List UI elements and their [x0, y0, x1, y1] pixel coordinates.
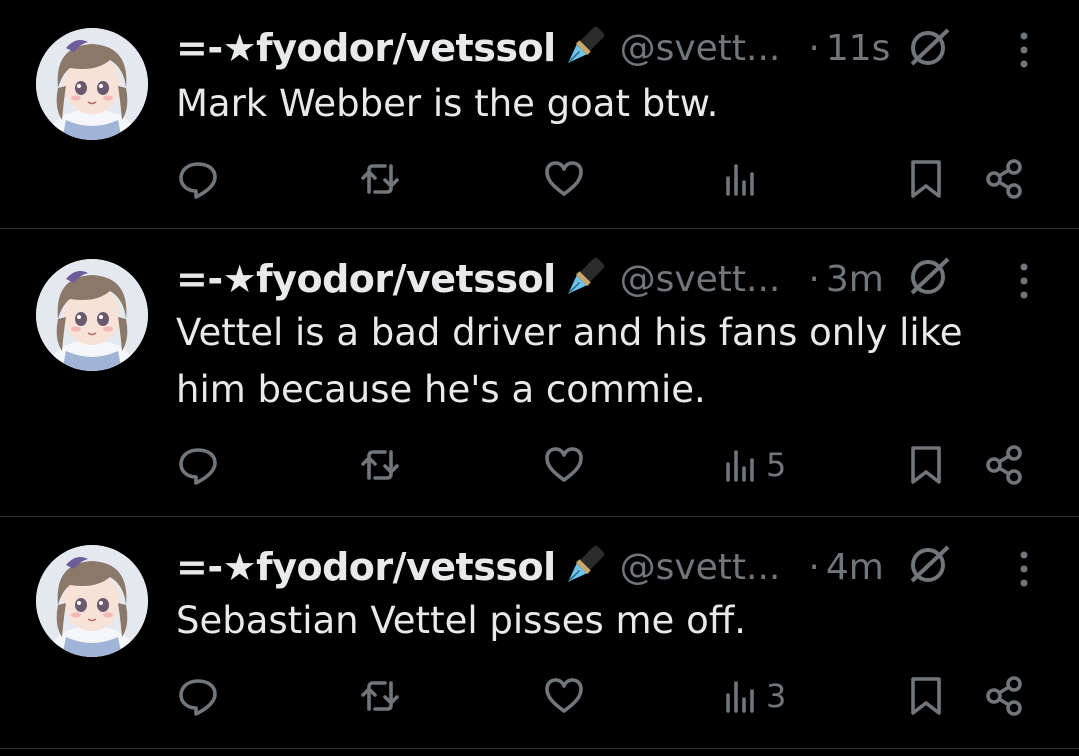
like-button[interactable]: [543, 674, 585, 718]
repost-button[interactable]: [359, 674, 401, 718]
share-button[interactable]: [984, 674, 1026, 718]
views-count: 5: [766, 446, 787, 484]
share-icon: [986, 676, 1022, 716]
display-name[interactable]: =-★fyodor/vetssol: [176, 545, 556, 589]
grok-icon[interactable]: [906, 24, 952, 70]
reply-icon: [179, 162, 217, 199]
views-button[interactable]: 3: [720, 674, 786, 718]
bookmark-icon: [911, 446, 941, 484]
separator-dot: ·: [808, 546, 820, 588]
display-name[interactable]: =-★fyodor/vetssol: [176, 257, 556, 301]
handle[interactable]: @svett...: [620, 28, 781, 69]
bookmark-button[interactable]: [905, 443, 947, 487]
tweet-1[interactable]: =-★fyodor/vetssol @svett... · 11s Mark W…: [0, 0, 1079, 228]
bookmark-icon: [911, 677, 941, 715]
fountain-pen-icon: [567, 545, 604, 582]
more-vertical-icon[interactable]: [1017, 30, 1031, 70]
share-icon: [986, 159, 1022, 199]
views-button[interactable]: [720, 157, 766, 201]
tweet-text-line: Sebastian Vettel pisses me off.: [176, 599, 746, 642]
tweet-text: Vettel is a bad driver and his fans only…: [176, 304, 1036, 418]
timestamp[interactable]: 11s: [826, 28, 891, 69]
avatar[interactable]: [36, 545, 148, 657]
share-button[interactable]: [984, 443, 1026, 487]
more-vertical-icon[interactable]: [1017, 549, 1031, 589]
tweet-text-line: Mark Webber is the goat btw.: [176, 82, 719, 125]
heart-icon: [545, 447, 583, 482]
handle[interactable]: @svett...: [620, 259, 781, 300]
separator-dot: ·: [808, 27, 820, 69]
separator-dot: ·: [808, 258, 820, 300]
like-button[interactable]: [543, 157, 585, 201]
tweet-2[interactable]: =-★fyodor/vetssol @svett... · 3m Vettel …: [0, 229, 1079, 516]
fountain-pen-icon: [567, 26, 604, 63]
tweet-text: Mark Webber is the goat btw.: [176, 75, 1036, 132]
handle[interactable]: @svett...: [620, 547, 781, 588]
repost-icon: [361, 450, 399, 480]
bookmark-icon: [911, 160, 941, 198]
tweet-text-line: Vettel is a bad driver and his fans only…: [176, 311, 963, 354]
repost-button[interactable]: [359, 443, 401, 487]
bookmark-button[interactable]: [905, 157, 947, 201]
display-name[interactable]: =-★fyodor/vetssol: [176, 26, 556, 70]
grok-icon[interactable]: [906, 541, 952, 587]
views-icon: [726, 681, 754, 713]
timestamp[interactable]: 4m: [826, 547, 884, 588]
reply-button[interactable]: [177, 157, 219, 201]
views-icon: [726, 450, 754, 482]
heart-icon: [545, 161, 583, 196]
like-button[interactable]: [543, 443, 585, 487]
tweet-text: Sebastian Vettel pisses me off.: [176, 592, 1036, 649]
tweet-header: =-★fyodor/vetssol @svett... · 4m: [176, 539, 884, 595]
share-button[interactable]: [984, 157, 1026, 201]
share-icon: [986, 445, 1022, 485]
more-vertical-icon[interactable]: [1017, 261, 1031, 301]
tweet-3[interactable]: =-★fyodor/vetssol @svett... · 4m Sebasti…: [0, 517, 1079, 756]
avatar[interactable]: [36, 28, 148, 140]
repost-button[interactable]: [359, 157, 401, 201]
divider: [0, 748, 1079, 749]
repost-icon: [361, 164, 399, 194]
heart-icon: [545, 678, 583, 713]
views-count: 3: [766, 677, 787, 715]
bookmark-button[interactable]: [905, 674, 947, 718]
timestamp[interactable]: 3m: [826, 259, 884, 300]
grok-icon[interactable]: [906, 253, 952, 299]
reply-button[interactable]: [177, 443, 219, 487]
reply-icon: [179, 679, 217, 716]
reply-icon: [179, 448, 217, 485]
fountain-pen-icon: [567, 257, 604, 294]
tweet-text-line: him because he's a commie.: [176, 368, 706, 411]
avatar[interactable]: [36, 259, 148, 371]
tweet-header: =-★fyodor/vetssol @svett... · 11s: [176, 20, 890, 76]
tweet-header: =-★fyodor/vetssol @svett... · 3m: [176, 251, 884, 307]
views-icon: [726, 164, 754, 196]
reply-button[interactable]: [177, 674, 219, 718]
repost-icon: [361, 681, 399, 711]
views-button[interactable]: 5: [720, 443, 786, 487]
